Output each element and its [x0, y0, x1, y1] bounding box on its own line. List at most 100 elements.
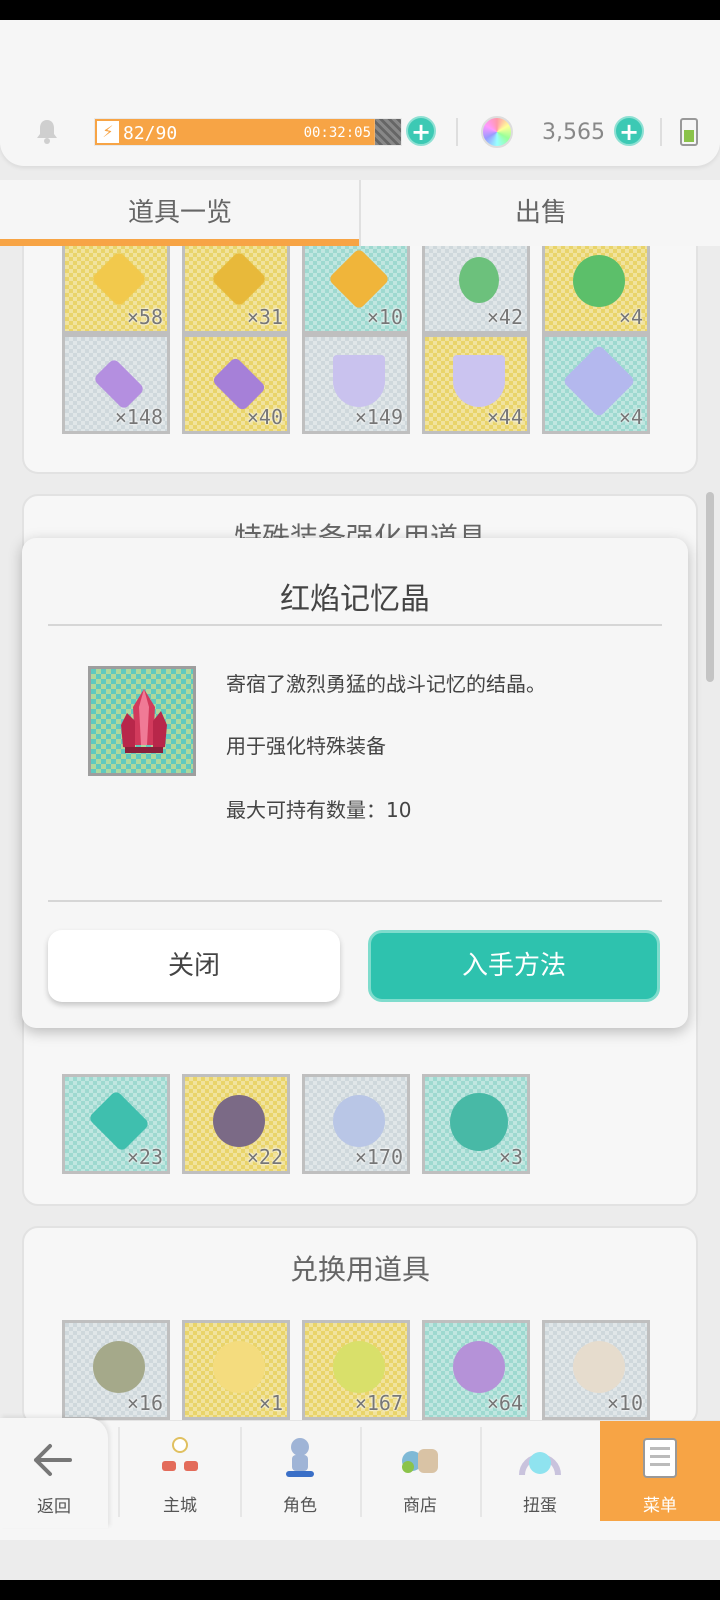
item-count: ×40 — [246, 405, 283, 429]
item-slot[interactable]: ×3 — [422, 1074, 530, 1174]
item-count: ×22 — [246, 1145, 283, 1169]
item-slot[interactable]: ×148 — [62, 334, 170, 434]
shield-crystal-icon — [453, 355, 505, 407]
item-slot[interactable]: ×10 — [302, 246, 410, 334]
stamina-bar-end — [375, 119, 401, 145]
ticket-icon — [87, 1089, 151, 1153]
item-count: ×148 — [114, 405, 163, 429]
grey-coin-icon — [93, 1341, 145, 1393]
shield-crystal-icon — [333, 355, 385, 407]
shop-icon — [402, 1449, 438, 1473]
tab-sell[interactable]: 出售 — [361, 180, 720, 246]
yellow-crystal-icon — [327, 247, 391, 311]
item-slot[interactable]: ×42 — [422, 246, 530, 334]
item-slot[interactable]: ×64 — [422, 1320, 530, 1420]
item-slot[interactable]: ×149 — [302, 334, 410, 434]
item-count: ×42 — [486, 305, 523, 329]
nav-item-character[interactable]: 角色 — [240, 1421, 360, 1521]
back-button[interactable]: 返回 — [0, 1418, 108, 1528]
gold-coin-icon — [213, 1341, 265, 1393]
silver-coin-icon — [573, 1341, 625, 1393]
item-slot[interactable]: ×167 — [302, 1320, 410, 1420]
status-bar-bottom — [0, 1580, 720, 1600]
item-count: ×4 — [618, 405, 643, 429]
item-slot[interactable]: ×40 — [182, 334, 290, 434]
item-slot[interactable]: ×10 — [542, 1320, 650, 1420]
battery-icon — [680, 118, 698, 146]
bottom-nav: 主城 角色 商店 扭蛋 菜单 — [0, 1420, 720, 1540]
green-seed-icon — [459, 257, 499, 303]
yellow-crystal-icon — [210, 250, 268, 308]
bell-icon[interactable] — [34, 118, 60, 144]
item-count: ×1 — [258, 1391, 283, 1415]
item-count: ×10 — [366, 305, 403, 329]
item-count: ×3 — [498, 1145, 523, 1169]
yellow-crystal-icon — [90, 250, 148, 308]
close-button[interactable]: 关闭 — [48, 930, 340, 1002]
item-count: ×149 — [354, 405, 403, 429]
item-slot[interactable]: ×22 — [182, 1074, 290, 1174]
obtain-method-button[interactable]: 入手方法 — [368, 930, 660, 1002]
tab-label: 道具一览 — [127, 198, 232, 228]
medal-icon — [333, 1095, 385, 1147]
nav-label: 菜单 — [643, 1496, 677, 1516]
item-count: ×4 — [618, 305, 643, 329]
nav-label: 角色 — [283, 1496, 317, 1516]
item-count: ×58 — [126, 305, 163, 329]
item-slot[interactable]: ×58 — [62, 246, 170, 334]
character-icon — [286, 1438, 314, 1477]
status-bar-top — [0, 0, 720, 20]
item-slot[interactable]: ×23 — [62, 1074, 170, 1174]
scrollbar[interactable] — [706, 492, 714, 682]
item-slot[interactable]: ×31 — [182, 246, 290, 334]
add-stamina-button[interactable]: + — [406, 116, 436, 146]
stamina-bar: ⚡ 82/90 00:32:05 — [94, 118, 402, 146]
item-slot[interactable]: ×44 — [422, 334, 530, 434]
item-slot[interactable]: ×170 — [302, 1074, 410, 1174]
item-slot[interactable]: ×4 — [542, 334, 650, 434]
nav-label: 商店 — [403, 1496, 437, 1516]
green-coin-icon — [333, 1341, 385, 1393]
nav-label: 主城 — [163, 1496, 197, 1516]
divider — [660, 118, 662, 146]
purple-coin-icon — [453, 1341, 505, 1393]
item-count: ×64 — [486, 1391, 523, 1415]
nav-item-shop[interactable]: 商店 — [360, 1421, 480, 1521]
nav-item-menu[interactable]: 菜单 — [600, 1421, 720, 1521]
dialog-divider — [48, 900, 662, 902]
item-panel-exchange: 兑换用道具 ×16 ×1 ×167 ×64 ×10 — [22, 1226, 698, 1426]
nav-item-gacha[interactable]: 扭蛋 — [480, 1421, 600, 1521]
nav-item-castle[interactable]: 主城 — [120, 1421, 240, 1521]
purple-crystal-icon — [92, 357, 146, 411]
panel-title: 兑换用道具 — [289, 1253, 430, 1286]
nav-label: 扭蛋 — [523, 1496, 557, 1516]
add-gem-button[interactable]: + — [614, 116, 644, 146]
item-slot[interactable]: ×4 — [542, 246, 650, 334]
item-usage: 用于强化特殊装备 — [226, 734, 386, 758]
item-panel-top: ×58 ×31 ×10 ×42 ×4 ×148 ×40 ×149 ×44 ×4 — [22, 246, 698, 474]
item-count: ×167 — [354, 1391, 403, 1415]
item-max-quantity: 最大可持有数量：10 — [226, 798, 412, 822]
stamina-timer: 00:32:05 — [303, 125, 371, 141]
item-detail-dialog: 红焰记忆晶 寄宿了激烈勇猛的战斗记忆的结晶。 用于强化特殊装备 最大可持有数量：… — [22, 538, 688, 1028]
item-description: 寄宿了激烈勇猛的战斗记忆的结晶。 — [226, 672, 546, 696]
divider — [456, 118, 458, 146]
item-slot[interactable]: ×16 — [62, 1320, 170, 1420]
tab-bar: 道具一览 出售 — [0, 180, 720, 246]
item-slot[interactable]: ×1 — [182, 1320, 290, 1420]
purple-crystal-icon — [211, 356, 267, 412]
item-icon-frame — [88, 666, 196, 776]
dark-shard-icon — [213, 1095, 265, 1147]
coin-icon — [450, 1093, 508, 1151]
red-crystal-icon — [121, 689, 167, 753]
lightning-icon: ⚡ — [97, 121, 119, 143]
active-tab-indicator — [0, 239, 360, 246]
green-seed-icon — [573, 255, 625, 307]
tab-item-list[interactable]: 道具一览 — [0, 180, 360, 246]
gem-count: 3,565 — [542, 120, 605, 145]
dialog-divider — [48, 624, 662, 626]
item-count: ×16 — [126, 1391, 163, 1415]
stamina-value: 82/90 — [123, 123, 178, 144]
castle-icon — [162, 1437, 198, 1471]
item-count: ×170 — [354, 1145, 403, 1169]
